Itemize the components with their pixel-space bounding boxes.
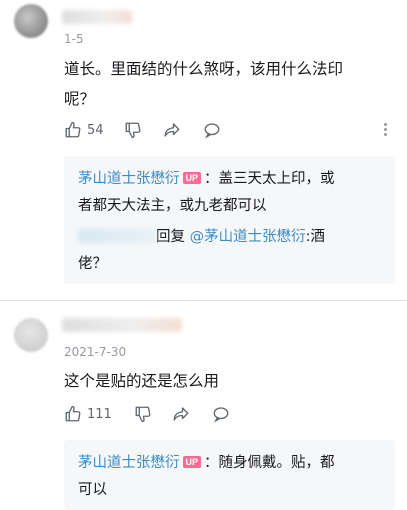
share-icon bbox=[164, 123, 180, 137]
username-redacted[interactable] bbox=[62, 10, 132, 24]
comment-item: 1-5 道长。里面结的什么煞呀，该用什么法印 呢？ 54 茅山道士张懋衍 UP ：盖… bbox=[0, 0, 407, 300]
thumbs-up-icon bbox=[65, 405, 81, 422]
reply-button[interactable] bbox=[203, 120, 221, 140]
up-badge: UP bbox=[182, 172, 202, 184]
reply-item: 回复 @茅山道士张懋衍:酒 佬？ bbox=[78, 224, 388, 278]
comment-date: 1-5 bbox=[64, 32, 84, 46]
reply-item: 茅山道士张懋衍 UP ：盖三天太上印，或 者都天大法主，或九老都可以 bbox=[78, 166, 388, 220]
reply-text: ：盖三天太上印，或 bbox=[204, 171, 335, 187]
thumbs-down-icon bbox=[135, 406, 151, 423]
reply-author-link[interactable]: 茅山道士张懋衍 bbox=[78, 171, 180, 187]
avatar[interactable] bbox=[14, 4, 48, 38]
comment-bubble-icon bbox=[213, 407, 229, 423]
comment-text-line: 这个是贴的还是怎么用 bbox=[64, 372, 220, 390]
thumbs-up-icon bbox=[65, 121, 81, 138]
comment-text: 这个是贴的还是怎么用 bbox=[64, 366, 394, 396]
comment-text-line: 呢？ bbox=[64, 90, 96, 108]
username-redacted[interactable] bbox=[62, 318, 182, 332]
like-button[interactable]: 111 bbox=[64, 404, 112, 424]
reply-text: 佬？ bbox=[78, 256, 107, 272]
reply-list: 茅山道士张懋衍 UP ：盖三天太上印，或 者都天大法主，或九老都可以 回复 @茅山道… bbox=[64, 156, 395, 284]
comment-actions: 54 bbox=[64, 120, 394, 140]
reply-author-link[interactable]: 茅山道士张懋衍 bbox=[78, 455, 180, 471]
comment-actions: 111 bbox=[64, 404, 394, 424]
avatar[interactable] bbox=[14, 318, 48, 352]
share-button[interactable] bbox=[172, 404, 190, 424]
share-button[interactable] bbox=[163, 120, 181, 140]
more-options-button[interactable] bbox=[382, 121, 388, 139]
up-badge: UP bbox=[182, 456, 202, 468]
more-vertical-icon bbox=[383, 123, 387, 126]
reply-button[interactable] bbox=[212, 404, 230, 424]
reply-author-redacted[interactable] bbox=[78, 229, 156, 243]
mention-link[interactable]: @茅山道士张懋衍 bbox=[190, 229, 306, 245]
comment-bubble-icon bbox=[204, 123, 220, 139]
reply-text: ：随身佩戴。贴，都 bbox=[204, 455, 335, 471]
reply-text: 者都天大法主，或九老都可以 bbox=[78, 198, 267, 214]
reply-list: 茅山道士张懋衍 UP ：随身佩戴。贴，都 可以 bbox=[64, 440, 395, 510]
comment-date: 2021-7-30 bbox=[64, 345, 127, 359]
dislike-button[interactable] bbox=[124, 120, 142, 140]
reply-text: 可以 bbox=[78, 482, 107, 498]
reply-word: 回复 bbox=[156, 229, 185, 245]
reply-text: :酒 bbox=[305, 229, 325, 245]
like-count: 54 bbox=[87, 122, 104, 138]
share-icon bbox=[173, 407, 189, 421]
reply-item: 茅山道士张懋衍 UP ：随身佩戴。贴，都 可以 bbox=[78, 450, 388, 504]
comment-text: 道长。里面结的什么煞呀，该用什么法印 呢？ bbox=[64, 54, 394, 114]
comment-item: 2021-7-30 这个是贴的还是怎么用 111 茅山道士张懋衍 UP ：随身佩戴。… bbox=[0, 300, 407, 510]
comment-text-line: 道长。里面结的什么煞呀，该用什么法印 bbox=[64, 60, 344, 78]
dislike-button[interactable] bbox=[134, 404, 152, 424]
like-button[interactable]: 54 bbox=[64, 120, 104, 140]
like-count: 111 bbox=[87, 406, 112, 422]
thumbs-down-icon bbox=[125, 122, 141, 139]
